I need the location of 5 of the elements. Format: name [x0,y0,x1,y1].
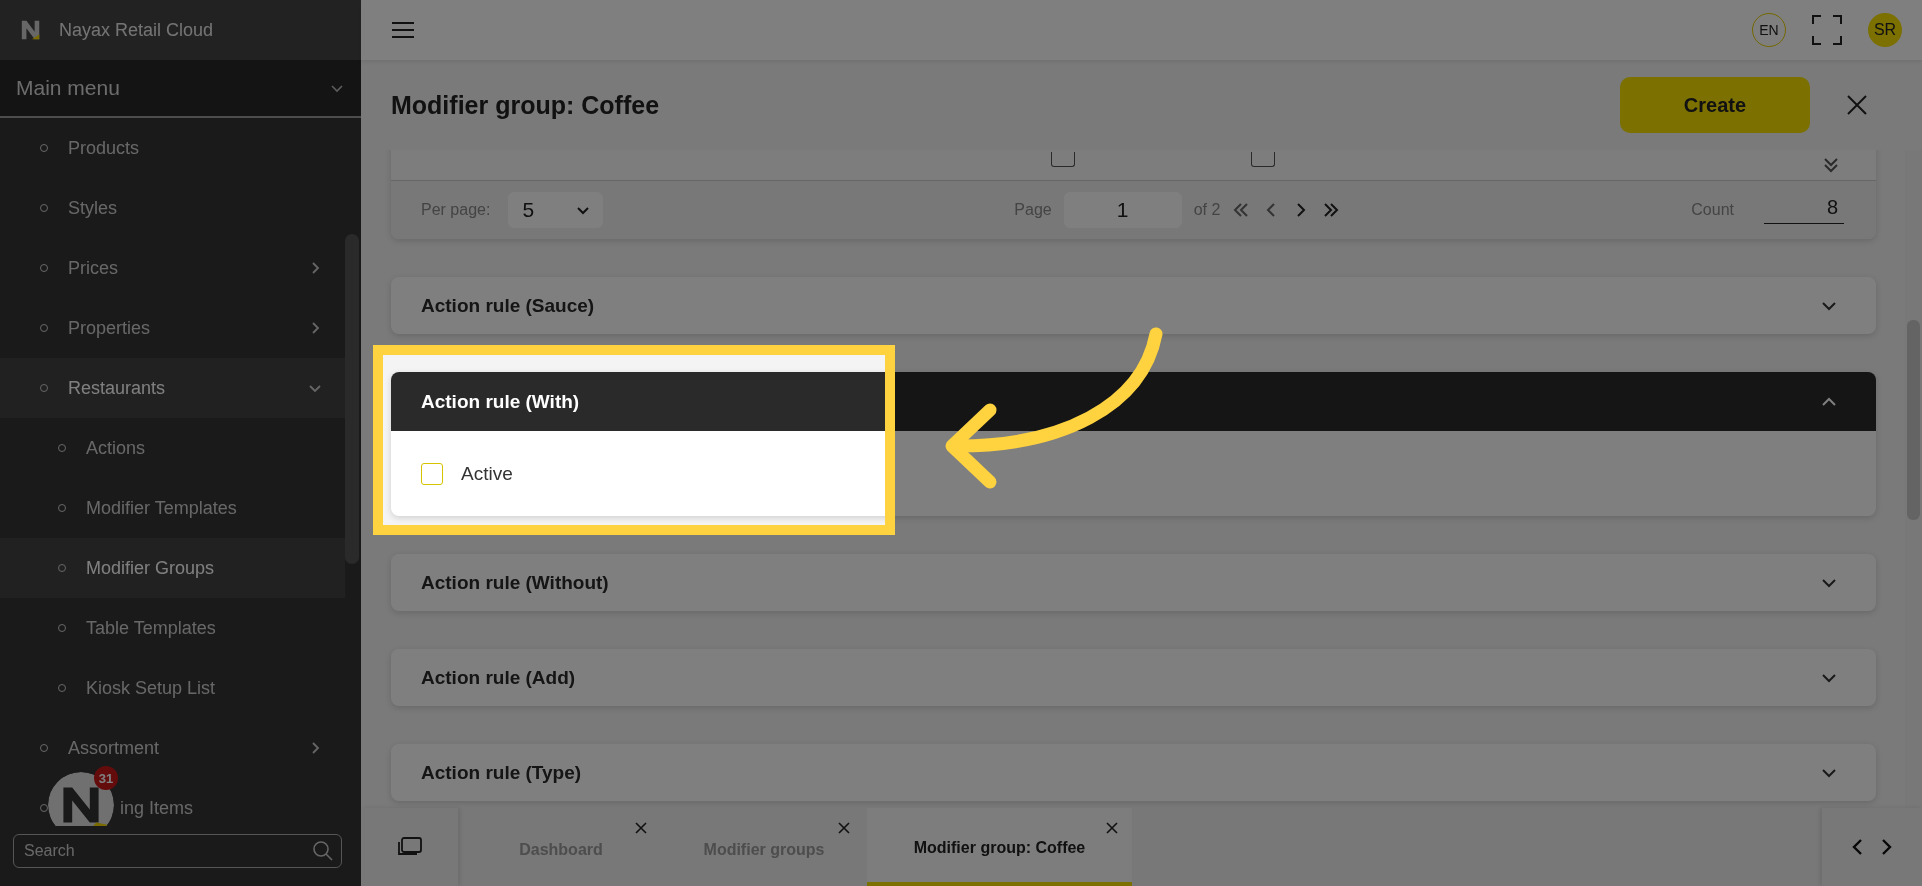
count-field: 8 [1764,196,1844,224]
notification-badge: 31 [94,766,118,790]
checkbox-label: Active [461,462,513,485]
page-title: Modifier group: Coffee [391,90,661,120]
app-title: Nayax Retail Cloud [59,19,214,41]
